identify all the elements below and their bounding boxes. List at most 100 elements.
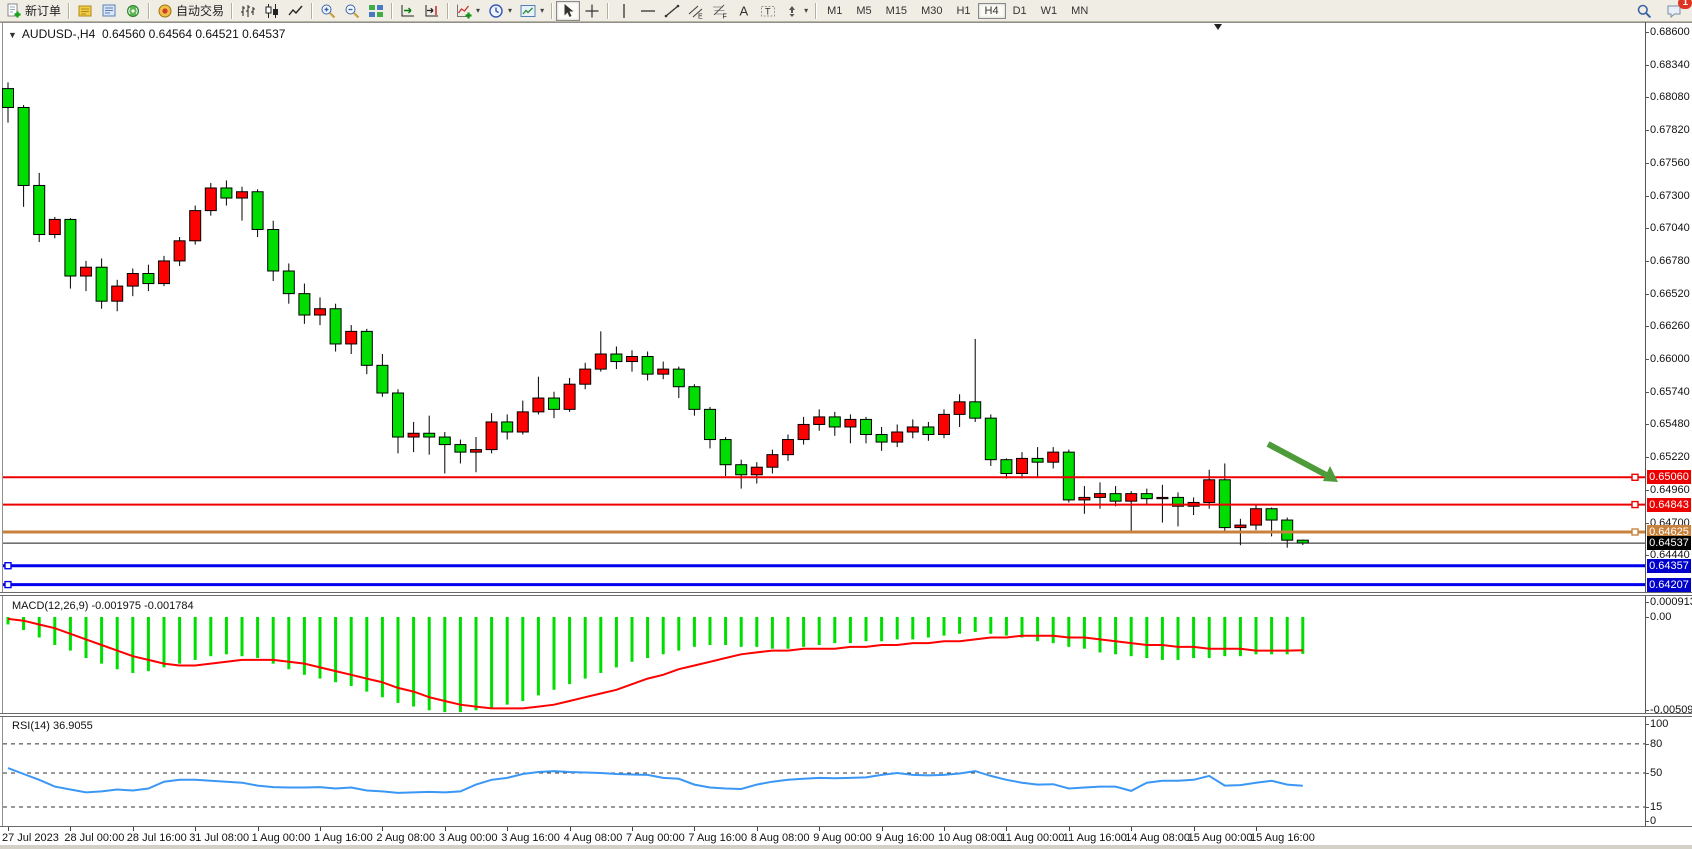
autotrading-button[interactable]: 自动交易 <box>153 1 228 21</box>
time-tick <box>694 827 695 831</box>
time-axis[interactable]: 27 Jul 202328 Jul 00:0028 Jul 16:0031 Ju… <box>0 827 1692 845</box>
axis-tick <box>1646 228 1649 229</box>
timeframe-h1-button[interactable]: H1 <box>949 3 977 19</box>
templates-icon <box>520 3 536 19</box>
time-tick <box>819 827 820 831</box>
crosshair-button[interactable] <box>580 1 604 21</box>
candle <box>564 378 575 412</box>
chevron-down-icon: ▾ <box>540 6 544 15</box>
horizontal-line-object[interactable] <box>3 529 1645 535</box>
time-tick <box>882 827 883 831</box>
line-chart-mode-button[interactable] <box>284 1 308 21</box>
candle <box>1079 486 1090 514</box>
candle <box>1017 452 1028 478</box>
candle <box>580 363 591 389</box>
candle <box>970 339 981 422</box>
price-line-badge: 0.65060 <box>1647 470 1691 484</box>
candle <box>49 217 60 238</box>
candle <box>829 412 840 436</box>
horizontal-line-button[interactable] <box>636 1 660 21</box>
timeframe-m1-button[interactable]: M1 <box>820 3 849 19</box>
cursor-button[interactable] <box>556 1 580 21</box>
time-tick-label: 1 Aug 00:00 <box>252 832 311 844</box>
templates-button[interactable]: ▾ <box>516 1 548 21</box>
signals-button[interactable] <box>121 1 145 21</box>
rsi-panel[interactable] <box>0 717 1646 826</box>
chart-shift-icon <box>424 3 440 19</box>
macd-indicator-label: MACD(12,26,9) -0.001975 -0.001784 <box>12 600 194 612</box>
axis-tick <box>1646 555 1649 556</box>
chart-ohlc: 0.64560 0.64564 0.64521 0.64537 <box>102 27 286 41</box>
line-handle[interactable] <box>5 563 11 569</box>
horizontal-line-object[interactable] <box>3 502 1645 508</box>
horizontal-line-object[interactable] <box>3 563 1645 569</box>
timeframe-d1-button[interactable]: D1 <box>1006 3 1034 19</box>
macd-axis-label: 0.00 <box>1650 611 1671 623</box>
fibonacci-button[interactable]: F <box>708 1 732 21</box>
panel-splitter[interactable] <box>0 713 1692 717</box>
zoom-in-button[interactable] <box>316 1 340 21</box>
candle-chart-icon <box>264 3 280 19</box>
time-tick-label: 31 Jul 08:00 <box>189 832 249 844</box>
candle <box>720 437 731 476</box>
zoom-out-button[interactable] <box>340 1 364 21</box>
price-tick-label: 0.68080 <box>1650 91 1690 103</box>
horizontal-line-object[interactable] <box>3 582 1645 588</box>
line-handle[interactable] <box>5 582 11 588</box>
price-line-badge: 0.64357 <box>1647 559 1691 573</box>
timeframe-mn-button[interactable]: MN <box>1064 3 1095 19</box>
timeframe-w1-button[interactable]: W1 <box>1034 3 1065 19</box>
price-tick-label: 0.66520 <box>1650 288 1690 300</box>
bar-chart-mode-button[interactable] <box>236 1 260 21</box>
periods-icon <box>488 3 504 19</box>
price-axis[interactable]: 0.686000.683400.680800.678200.675600.673… <box>1646 0 1692 849</box>
macd-panel[interactable] <box>0 596 1646 713</box>
svg-text:T: T <box>765 6 771 16</box>
text-button[interactable]: A <box>732 1 756 21</box>
tile-windows-button[interactable] <box>364 1 388 21</box>
horizontal-line-object[interactable] <box>3 474 1645 480</box>
axis-tick <box>1646 490 1649 491</box>
arrows-icon <box>784 3 800 19</box>
indicators-button[interactable]: ▾ <box>452 1 484 21</box>
candle <box>112 280 123 311</box>
line-handle[interactable] <box>1632 474 1638 480</box>
auto-scroll-button[interactable] <box>396 1 420 21</box>
market-watch-button[interactable] <box>73 1 97 21</box>
line-handle[interactable] <box>1632 529 1638 535</box>
panel-splitter[interactable] <box>0 592 1692 596</box>
vertical-line-button[interactable] <box>612 1 636 21</box>
candle <box>658 362 669 380</box>
chart-area[interactable]: 0.686000.683400.680800.678200.675600.673… <box>0 0 1692 849</box>
chart-shift-button[interactable] <box>420 1 444 21</box>
timeframe-m15-button[interactable]: M15 <box>879 3 914 19</box>
new-order-button[interactable]: 新订单 <box>2 1 65 21</box>
candle <box>673 367 684 398</box>
timeframe-m30-button[interactable]: M30 <box>914 3 949 19</box>
axis-tick <box>1646 130 1649 131</box>
arrows-button[interactable]: ▾ <box>780 1 812 21</box>
candle-chart-mode-button[interactable] <box>260 1 284 21</box>
price-tick-label: 0.68600 <box>1650 26 1690 38</box>
price-tick-label: 0.64960 <box>1650 484 1690 496</box>
candle <box>237 187 248 221</box>
periods-button[interactable]: ▾ <box>484 1 516 21</box>
candle <box>783 435 794 461</box>
timeframe-h4-button[interactable]: H4 <box>978 3 1006 19</box>
shift-marker-icon[interactable] <box>1214 24 1222 30</box>
candle <box>361 329 372 374</box>
collapse-icon[interactable]: ▼ <box>8 30 17 40</box>
data-window-button[interactable] <box>97 1 121 21</box>
time-tick <box>382 827 383 831</box>
equidistant-channel-button[interactable]: E <box>684 1 708 21</box>
line-handle[interactable] <box>1632 502 1638 508</box>
svg-text:A: A <box>740 3 749 18</box>
candle <box>954 394 965 427</box>
trend-line-button[interactable] <box>660 1 684 21</box>
svg-text:F: F <box>723 13 727 19</box>
text-label-button[interactable]: T <box>756 1 780 21</box>
toolbar-separator <box>815 3 817 19</box>
price-chart[interactable] <box>0 22 1646 592</box>
timeframe-m5-button[interactable]: M5 <box>849 3 878 19</box>
candle <box>190 206 201 245</box>
